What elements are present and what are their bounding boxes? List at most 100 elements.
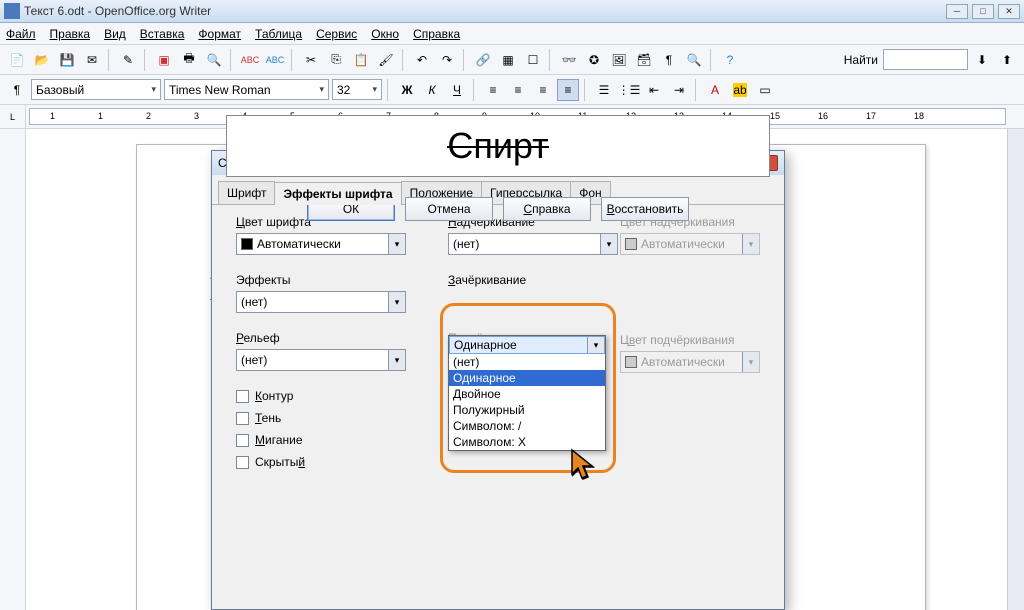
- styles-button[interactable]: ¶: [6, 79, 28, 101]
- menu-file[interactable]: Файл: [6, 27, 36, 41]
- pdf-button[interactable]: ▣: [153, 49, 175, 71]
- fontsize-combo[interactable]: 32: [332, 79, 382, 100]
- bold-button[interactable]: Ж: [396, 79, 418, 101]
- highlight-button[interactable]: ab: [729, 79, 751, 101]
- menu-table[interactable]: Таблица: [255, 27, 302, 41]
- cursor-icon: [570, 448, 598, 487]
- cut-button[interactable]: ✂: [300, 49, 322, 71]
- app-icon: [4, 3, 20, 19]
- paste-button[interactable]: 📋: [350, 49, 372, 71]
- menubar: Файл Правка Вид Вставка Формат Таблица С…: [0, 23, 1024, 45]
- datasources-button[interactable]: 🗃: [633, 49, 655, 71]
- autospell-button[interactable]: ABC: [264, 49, 286, 71]
- formatting-toolbar: ¶ Базовый Times New Roman 32 Ж К Ч ≡ ≡ ≡…: [0, 75, 1024, 105]
- strike-option-single[interactable]: Одинарное: [449, 370, 605, 386]
- menu-help[interactable]: Справка: [413, 27, 460, 41]
- reset-button[interactable]: Восстановить: [601, 197, 689, 221]
- overline-combo[interactable]: (нет)▾: [448, 233, 618, 255]
- preview-box: Спирт: [226, 115, 770, 177]
- fontcolor-combo[interactable]: Автоматически▾: [236, 233, 406, 255]
- fontcolor-button[interactable]: A: [704, 79, 726, 101]
- outline-checkbox[interactable]: Контур: [236, 389, 416, 403]
- maximize-button[interactable]: □: [972, 4, 994, 19]
- bgcolor-button[interactable]: ▭: [754, 79, 776, 101]
- undo-button[interactable]: ↶: [411, 49, 433, 71]
- vertical-ruler[interactable]: [0, 129, 26, 610]
- effects-combo[interactable]: (нет)▾: [236, 291, 406, 313]
- align-right-button[interactable]: ≡: [532, 79, 554, 101]
- shadow-label: Тень: [255, 411, 281, 425]
- effects-label: Эффекты: [236, 273, 416, 287]
- dialog-body: Цвет шрифта Автоматически▾ Эффекты (нет)…: [212, 205, 784, 229]
- find-prev-button[interactable]: ⬆: [996, 49, 1018, 71]
- menu-tools[interactable]: Сервис: [316, 27, 357, 41]
- menu-edit[interactable]: Правка: [50, 27, 91, 41]
- navigator-button[interactable]: ✪: [583, 49, 605, 71]
- bullets-button[interactable]: ⋮☰: [618, 79, 640, 101]
- strike-option-none[interactable]: (нет): [449, 354, 605, 370]
- draw-button[interactable]: ☐: [522, 49, 544, 71]
- shadow-checkbox[interactable]: Тень: [236, 411, 416, 425]
- titlebar: Текст 6.odt - OpenOffice.org Writer ─ □ …: [0, 0, 1024, 23]
- zoom-button[interactable]: 🔍: [683, 49, 705, 71]
- menu-insert[interactable]: Вставка: [140, 27, 185, 41]
- strike-label: Зачёркивание: [448, 273, 608, 287]
- save-button[interactable]: 💾: [56, 49, 78, 71]
- table-button[interactable]: ▦: [497, 49, 519, 71]
- edit-button[interactable]: ✎: [117, 49, 139, 71]
- copy-button[interactable]: ⎘: [325, 49, 347, 71]
- blink-checkbox[interactable]: Мигание: [236, 433, 416, 447]
- hidden-label: Скрытый: [255, 455, 305, 469]
- underline-button[interactable]: Ч: [446, 79, 468, 101]
- spelling-button[interactable]: ABC: [239, 49, 261, 71]
- overline-color-combo: Автоматически▾: [620, 233, 760, 255]
- ruler-corner: L: [0, 105, 26, 128]
- strike-option-bold[interactable]: Полужирный: [449, 402, 605, 418]
- cancel-button[interactable]: Отмена: [405, 197, 493, 221]
- close-button[interactable]: ✕: [998, 4, 1020, 19]
- menu-view[interactable]: Вид: [104, 27, 126, 41]
- standard-toolbar: 📄 📂 💾 ✉ ✎ ▣ 🖶 🔍 ABC ABC ✂ ⎘ 📋 🖌 ↶ ↷ 🔗 ▦ …: [0, 45, 1024, 75]
- align-left-button[interactable]: ≡: [482, 79, 504, 101]
- format-paint-button[interactable]: 🖌: [375, 49, 397, 71]
- redo-button[interactable]: ↷: [436, 49, 458, 71]
- font-combo[interactable]: Times New Roman: [164, 79, 329, 100]
- underline-color-label: Цвет подчёркивания: [620, 333, 760, 347]
- strike-option-x[interactable]: Символом: X: [449, 434, 605, 450]
- print-button[interactable]: 🖶: [178, 49, 200, 71]
- preview-button[interactable]: 🔍: [203, 49, 225, 71]
- find-next-button[interactable]: ⬇: [971, 49, 993, 71]
- hyperlink-button[interactable]: 🔗: [472, 49, 494, 71]
- style-combo[interactable]: Базовый: [31, 79, 161, 100]
- window-title: Текст 6.odt - OpenOffice.org Writer: [24, 4, 211, 18]
- italic-button[interactable]: К: [421, 79, 443, 101]
- menu-window[interactable]: Окно: [371, 27, 399, 41]
- menu-format[interactable]: Формат: [198, 27, 241, 41]
- outline-label: Контур: [255, 389, 293, 403]
- tab-font-effects[interactable]: Эффекты шрифта: [274, 182, 401, 205]
- hidden-checkbox[interactable]: Скрытый: [236, 455, 416, 469]
- relief-combo[interactable]: (нет)▾: [236, 349, 406, 371]
- help-button[interactable]: ?: [719, 49, 741, 71]
- strike-combo-current[interactable]: Одинарное ▾: [449, 336, 605, 354]
- mail-button[interactable]: ✉: [81, 49, 103, 71]
- numbering-button[interactable]: ☰: [593, 79, 615, 101]
- strike-option-double[interactable]: Двойное: [449, 386, 605, 402]
- gallery-button[interactable]: 🖼: [608, 49, 630, 71]
- open-button[interactable]: 📂: [31, 49, 53, 71]
- strike-combo-open[interactable]: Одинарное ▾ (нет) Одинарное Двойное Полу…: [448, 335, 606, 451]
- vertical-scrollbar[interactable]: [1007, 129, 1024, 610]
- align-justify-button[interactable]: ≡: [557, 79, 579, 101]
- minimize-button[interactable]: ─: [946, 4, 968, 19]
- find-input[interactable]: [883, 49, 968, 70]
- new-button[interactable]: 📄: [6, 49, 28, 71]
- nonprint-button[interactable]: ¶: [658, 49, 680, 71]
- find-button[interactable]: 👓: [558, 49, 580, 71]
- character-dialog: Символы ✕ Шрифт Эффекты шрифта Положение…: [211, 150, 785, 610]
- indent-inc-button[interactable]: ⇥: [668, 79, 690, 101]
- find-label: Найти: [844, 53, 878, 67]
- help-button[interactable]: Справка: [503, 197, 591, 221]
- align-center-button[interactable]: ≡: [507, 79, 529, 101]
- strike-option-slash[interactable]: Символом: /: [449, 418, 605, 434]
- indent-dec-button[interactable]: ⇤: [643, 79, 665, 101]
